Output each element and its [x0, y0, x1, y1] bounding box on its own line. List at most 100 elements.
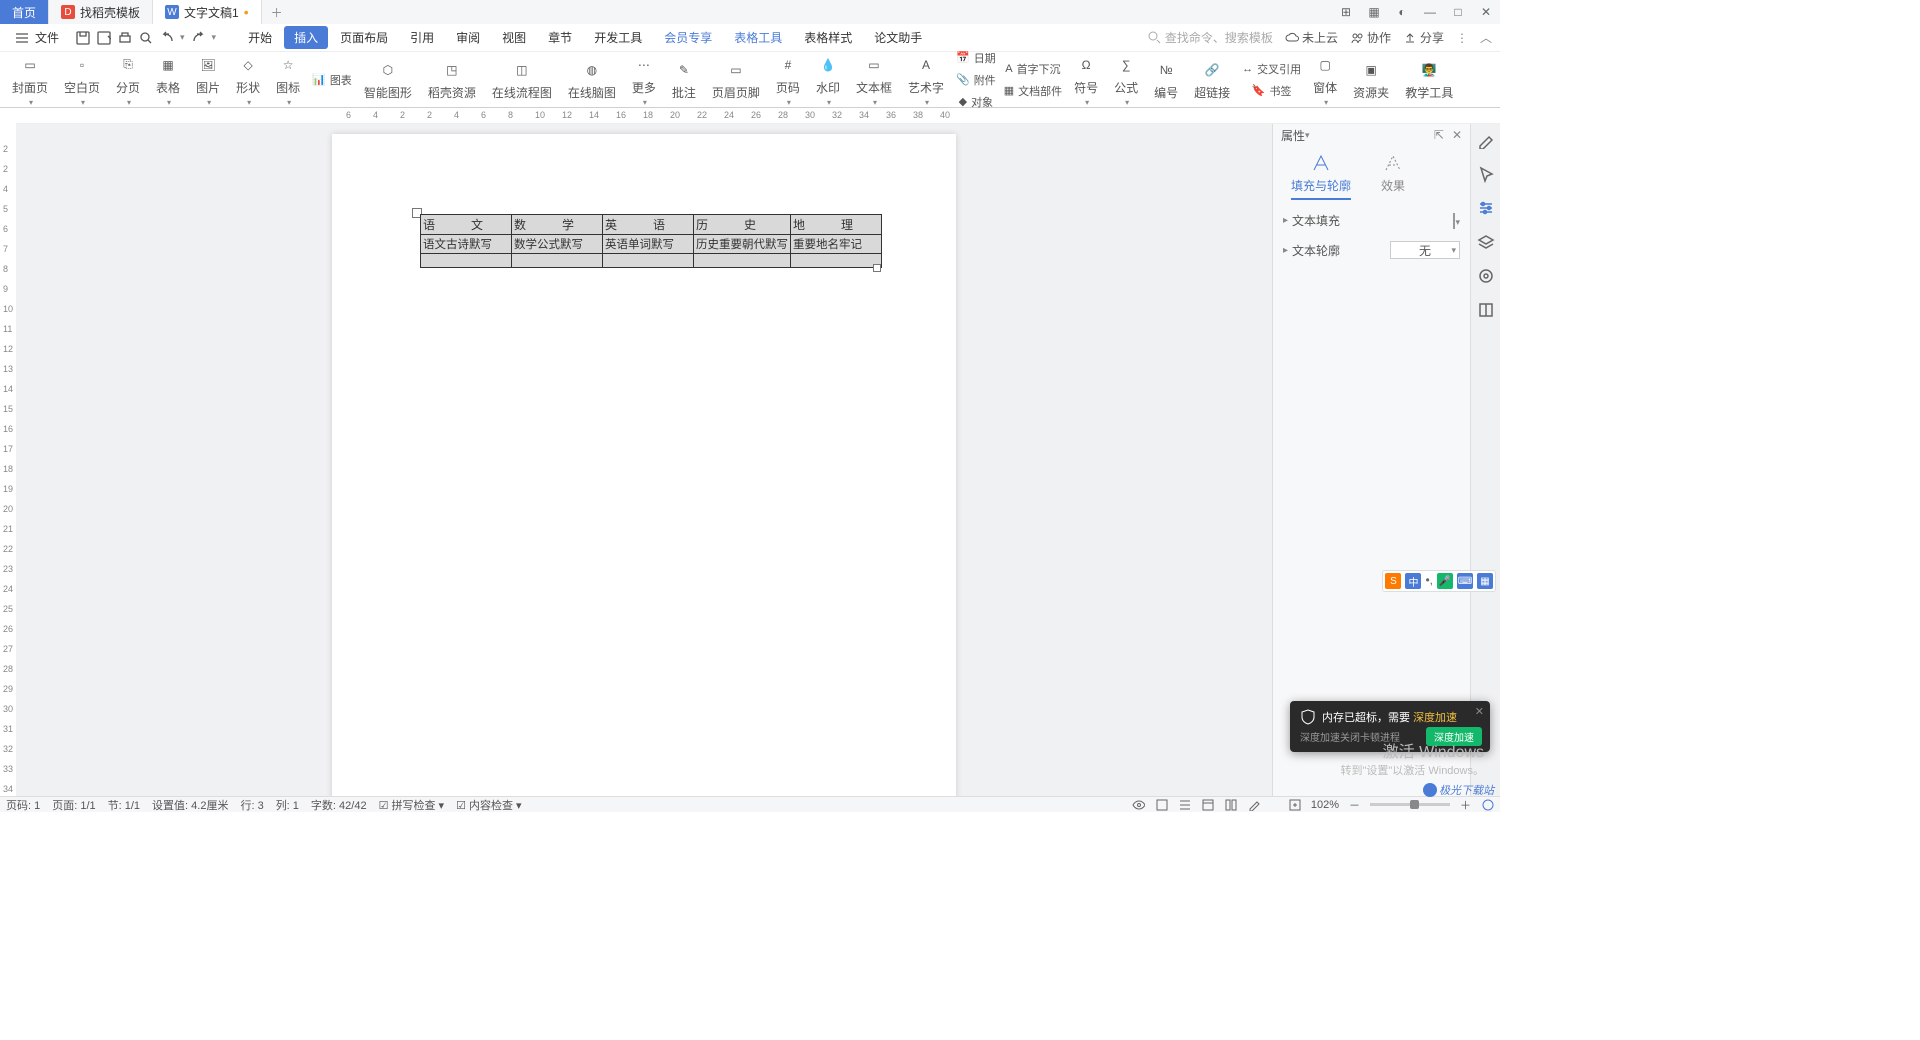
grid-icon[interactable]: ▦	[1360, 0, 1388, 24]
table-cell[interactable]	[603, 254, 694, 268]
sb-layers-icon[interactable]	[1476, 232, 1496, 252]
redo-icon[interactable]	[191, 30, 206, 45]
ribbon-形状[interactable]: ◇形状	[228, 52, 268, 108]
preview-icon[interactable]	[138, 30, 153, 45]
ribbon-资源夹[interactable]: ▣资源夹	[1345, 52, 1397, 108]
table-cell[interactable]: 重要地名牢记	[791, 235, 882, 254]
panel-close-icon[interactable]: ✕	[1452, 128, 1462, 142]
sb-settings-icon[interactable]	[1476, 198, 1496, 218]
table-cell[interactable]: 英 语	[603, 215, 694, 235]
ribbon-图片[interactable]: 🖼图片	[188, 52, 228, 108]
ribbon-符号[interactable]: Ω符号	[1066, 52, 1106, 108]
view-web-icon[interactable]	[1201, 798, 1214, 811]
redo-drop[interactable]: ▾	[212, 32, 217, 43]
pin-icon[interactable]: ⇱	[1434, 128, 1444, 142]
ribbon-文档部件[interactable]: ▦文档部件	[1000, 81, 1066, 101]
zoom-in[interactable]: ＋	[1460, 797, 1471, 813]
document-table[interactable]: 语 文数 学英 语历 史地 理语文古诗默写数学公式默写英语单词默写历史重要朝代默…	[420, 214, 882, 268]
sb-pencil-icon[interactable]	[1476, 130, 1496, 150]
ribbon-更多[interactable]: ⋯更多	[624, 52, 664, 108]
save-as-icon[interactable]	[96, 30, 111, 45]
text-fill-row[interactable]: ▸文本填充 ▾	[1273, 206, 1470, 235]
minimize-button[interactable]: —	[1416, 0, 1444, 24]
maximize-button[interactable]: □	[1444, 0, 1472, 24]
vertical-ruler[interactable]: 2245678910111213141516171819202122232425…	[0, 124, 16, 796]
ribbon-页码[interactable]: #页码	[768, 52, 808, 108]
menu-tab-7[interactable]: 开发工具	[584, 26, 652, 49]
cloud-status[interactable]: 未上云	[1285, 29, 1338, 46]
menu-tab-1[interactable]: 插入	[284, 26, 328, 49]
command-search[interactable]: 查找命令、搜索模板	[1148, 29, 1273, 46]
table-cell[interactable]: 数学公式默写	[512, 235, 603, 254]
share-link[interactable]: 分享	[1403, 29, 1444, 46]
tab-templates[interactable]: D 找稻壳模板	[49, 0, 153, 24]
ime-toolbar[interactable]: S 中 •, 🎤 ⌨ ▦	[1382, 570, 1496, 592]
ribbon-教学工具[interactable]: 👨‍🏫教学工具	[1397, 52, 1461, 108]
table-cell[interactable]	[694, 254, 791, 268]
table-cell[interactable]: 数 学	[512, 215, 603, 235]
eye-icon[interactable]	[1132, 798, 1145, 811]
menu-tab-9[interactable]: 表格工具	[724, 26, 792, 49]
ribbon-交叉引用[interactable]: ↔交叉引用	[1238, 59, 1305, 79]
table-cell[interactable]: 历史重要朝代默写	[694, 235, 791, 254]
menu-tab-3[interactable]: 引用	[400, 26, 444, 49]
zoom-out[interactable]: －	[1349, 797, 1360, 813]
ime-grid-icon[interactable]: ▦	[1477, 573, 1493, 589]
ribbon-在线流程图[interactable]: ◫在线流程图	[484, 52, 560, 108]
menu-tab-10[interactable]: 表格样式	[794, 26, 862, 49]
sb-cursor-icon[interactable]	[1476, 164, 1496, 184]
ribbon-页眉页脚[interactable]: ▭页眉页脚	[704, 52, 768, 108]
table-cell[interactable]	[512, 254, 603, 268]
ribbon-稻壳资源[interactable]: ◳稻壳资源	[420, 52, 484, 108]
fullscreen-icon[interactable]	[1481, 798, 1494, 811]
ime-s-icon[interactable]: S	[1385, 573, 1401, 589]
ribbon-表格[interactable]: ▦表格	[148, 52, 188, 108]
undo-icon[interactable]	[159, 30, 174, 45]
ribbon-图表[interactable]: 📊图表	[308, 70, 356, 90]
ribbon-首字下沉[interactable]: A首字下沉	[1000, 59, 1066, 79]
menu-tab-8[interactable]: 会员专享	[654, 26, 722, 49]
table-cell[interactable]: 语 文	[421, 215, 512, 235]
zoom-slider[interactable]	[1370, 803, 1450, 806]
ribbon-文本框[interactable]: ▭文本框	[848, 52, 900, 108]
table-cell[interactable]: 地 理	[791, 215, 882, 235]
ribbon-水印[interactable]: 💧水印	[808, 52, 848, 108]
panel-tab-effect[interactable]: 效果	[1381, 152, 1405, 200]
save-icon[interactable]	[75, 30, 90, 45]
print-icon[interactable]	[117, 30, 132, 45]
menu-tab-11[interactable]: 论文助手	[864, 26, 932, 49]
new-tab-button[interactable]: ＋	[262, 4, 292, 21]
view-read-icon[interactable]	[1224, 798, 1237, 811]
ribbon-附件[interactable]: 📎附件	[952, 70, 1000, 90]
text-outline-row[interactable]: ▸文本轮廓 无	[1273, 235, 1470, 265]
ribbon-公式[interactable]: ∑公式	[1106, 52, 1146, 108]
menu-tab-6[interactable]: 章节	[538, 26, 582, 49]
collapse-ribbon-icon[interactable]: ︿	[1480, 29, 1492, 46]
file-menu[interactable]: 文件	[8, 29, 65, 46]
panel-tab-fill[interactable]: 填充与轮廓	[1291, 152, 1351, 200]
horizontal-ruler[interactable]: 642246810121416182022242628303234363840	[16, 108, 1500, 124]
coop-link[interactable]: 协作	[1350, 29, 1391, 46]
zoom-value[interactable]: 102%	[1311, 799, 1339, 811]
tab-document[interactable]: W 文字文稿1 •	[153, 0, 262, 24]
close-button[interactable]: ✕	[1472, 0, 1500, 24]
ribbon-在线脑图[interactable]: ◍在线脑图	[560, 52, 624, 108]
view-page-icon[interactable]	[1155, 798, 1168, 811]
table-cell[interactable]: 历 史	[694, 215, 791, 235]
layout-icon[interactable]: ⊞	[1332, 0, 1360, 24]
table-cell[interactable]: 英语单词默写	[603, 235, 694, 254]
ime-cn-icon[interactable]: 中	[1405, 573, 1421, 589]
menu-tab-5[interactable]: 视图	[492, 26, 536, 49]
view-outline-icon[interactable]	[1178, 798, 1191, 811]
ribbon-分页[interactable]: ⎘分页	[108, 52, 148, 108]
table-cell[interactable]: 语文古诗默写	[421, 235, 512, 254]
outline-select[interactable]: 无	[1390, 241, 1460, 259]
menu-tab-2[interactable]: 页面布局	[330, 26, 398, 49]
theme-icon[interactable]: ◐	[1388, 0, 1416, 24]
more-icon[interactable]: ⋮	[1456, 31, 1468, 45]
ribbon-封面页[interactable]: ▭封面页	[4, 52, 56, 108]
undo-drop[interactable]: ▾	[180, 32, 185, 43]
status-contentcheck[interactable]: ☑ 内容检查 ▾	[456, 797, 522, 813]
ribbon-艺术字[interactable]: A艺术字	[900, 52, 952, 108]
popup-close-icon[interactable]: ✕	[1475, 705, 1484, 718]
